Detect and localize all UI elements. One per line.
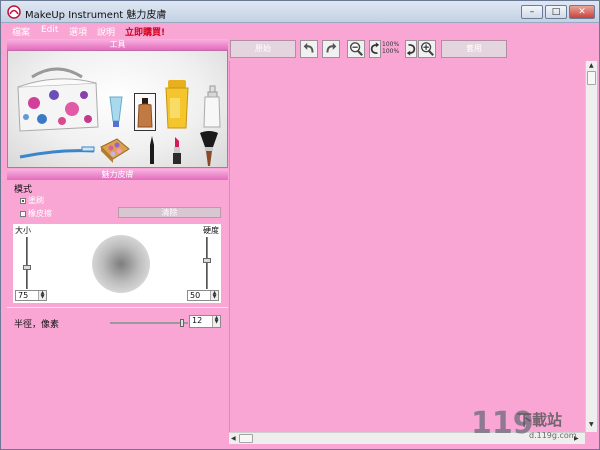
scroll-left-icon[interactable]: ◀ — [231, 435, 236, 442]
size-spinbox[interactable]: 75 ▲ ▼ — [15, 290, 47, 301]
size-value[interactable]: 75 — [18, 291, 28, 300]
apply-button[interactable]: 套用 — [441, 40, 507, 58]
charm-skin-header: 魅力皮膚 — [7, 169, 228, 180]
lotion-bottle-icon[interactable] — [202, 85, 222, 129]
menu-file[interactable]: 檔案 — [12, 25, 30, 38]
watermark-url: d.119g.com — [529, 431, 577, 440]
app-logo-icon — [7, 5, 21, 19]
horizontal-scroll-thumb[interactable] — [239, 434, 253, 443]
site-watermark: 119 下載站 d.119g.com — [471, 406, 599, 448]
size-slider-thumb[interactable] — [23, 265, 31, 270]
menu-bar: 檔案 Edit 選項 說明 立即購買! — [1, 23, 599, 38]
foundation-bottle-icon[interactable] — [136, 97, 154, 129]
radius-slider-track — [110, 322, 188, 324]
scroll-up-icon[interactable]: ▲ — [589, 62, 594, 69]
mode-erase-label: 橡皮擦 — [28, 209, 52, 218]
title-bar: MakeUp Instrument 魅力皮膚 – □ ✕ — [1, 1, 599, 23]
size-slider[interactable] — [23, 237, 31, 289]
minimize-button[interactable]: – — [521, 5, 543, 19]
rotate-left-icon[interactable] — [369, 40, 381, 58]
radius-label: 半徑，像素 — [14, 320, 60, 330]
radius-slider-thumb[interactable] — [180, 319, 184, 327]
hardness-label: 硬度 — [203, 226, 219, 235]
menu-help[interactable]: 說明 — [97, 25, 115, 38]
radius-spin-arrows-icon[interactable]: ▲ ▼ — [212, 316, 220, 327]
vertical-scroll-thumb[interactable] — [587, 71, 596, 85]
powder-brush-icon[interactable] — [198, 131, 220, 167]
toothbrush-icon[interactable] — [18, 145, 98, 161]
cream-tube-icon[interactable] — [108, 95, 124, 129]
size-slider-track — [26, 237, 28, 289]
hardness-slider-track — [206, 237, 208, 289]
cosmetic-bag-icon[interactable] — [12, 65, 102, 135]
hardness-spin-arrows-icon[interactable]: ▲ ▼ — [210, 291, 218, 300]
image-canvas[interactable] — [229, 61, 584, 432]
lipstick-icon[interactable] — [172, 135, 182, 165]
panel-divider — [7, 307, 228, 308]
window-title: MakeUp Instrument 魅力皮膚 — [25, 10, 167, 21]
hardness-slider-thumb[interactable] — [203, 258, 211, 263]
mode-label: 模式 — [14, 185, 33, 195]
powder-tin-icon[interactable] — [164, 78, 190, 130]
brush-preview — [92, 235, 150, 293]
zoom-in-icon[interactable] — [418, 40, 436, 58]
undo-icon[interactable] — [300, 40, 318, 58]
eyeliner-icon[interactable] — [148, 135, 156, 165]
vertical-scrollbar[interactable]: ▲ ▼ — [585, 61, 597, 432]
zoom-bottom-value: 100% — [382, 48, 400, 55]
menu-buy-now[interactable]: 立即購買! — [125, 25, 165, 38]
menu-edit[interactable]: Edit — [41, 25, 58, 35]
clear-button[interactable]: 清除 — [118, 207, 221, 218]
mode-paint-option[interactable]: 塗刷 — [20, 195, 44, 206]
hardness-slider[interactable] — [203, 237, 211, 289]
radius-spinbox[interactable]: 12 ▲ ▼ — [189, 315, 221, 328]
zoom-out-icon[interactable] — [347, 40, 365, 58]
paint-radio-icon[interactable] — [20, 197, 26, 204]
zoom-level: 100% 100% — [382, 41, 399, 55]
size-spin-arrows-icon[interactable]: ▲ ▼ — [38, 291, 46, 300]
watermark-name: 下載站 — [517, 411, 563, 429]
mode-paint-label: 塗刷 — [28, 196, 44, 205]
tools-palette — [7, 50, 228, 168]
hardness-spinbox[interactable]: 50 ▲ ▼ — [187, 290, 219, 301]
maximize-button[interactable]: □ — [545, 5, 567, 19]
radius-slider[interactable] — [110, 319, 188, 327]
left-panel: 工具 魅力皮膚 模式 塗刷 橡皮擦 清除 大小 硬度 75 ▲ ▼ 50 ▲ ▼… — [7, 39, 228, 449]
radius-value[interactable]: 12 — [192, 316, 202, 325]
menu-options[interactable]: 選項 — [69, 25, 87, 38]
close-button[interactable]: ✕ — [569, 5, 595, 19]
mode-erase-option[interactable]: 橡皮擦 — [20, 208, 52, 219]
brush-settings-box: 大小 硬度 75 ▲ ▼ 50 ▲ ▼ — [13, 224, 221, 303]
erase-radio-icon[interactable] — [20, 210, 26, 217]
size-label: 大小 — [15, 226, 31, 235]
zoom-top-value: 100% — [382, 41, 400, 48]
original-button[interactable]: 原始 — [230, 40, 296, 58]
tools-header: 工具 — [7, 39, 228, 50]
hardness-value[interactable]: 50 — [190, 291, 200, 300]
eyeshadow-palette-icon[interactable] — [99, 137, 131, 165]
app-window: MakeUp Instrument 魅力皮膚 – □ ✕ 檔案 Edit 選項 … — [0, 0, 600, 450]
rotate-right-icon[interactable] — [405, 40, 417, 58]
redo-icon[interactable] — [322, 40, 340, 58]
